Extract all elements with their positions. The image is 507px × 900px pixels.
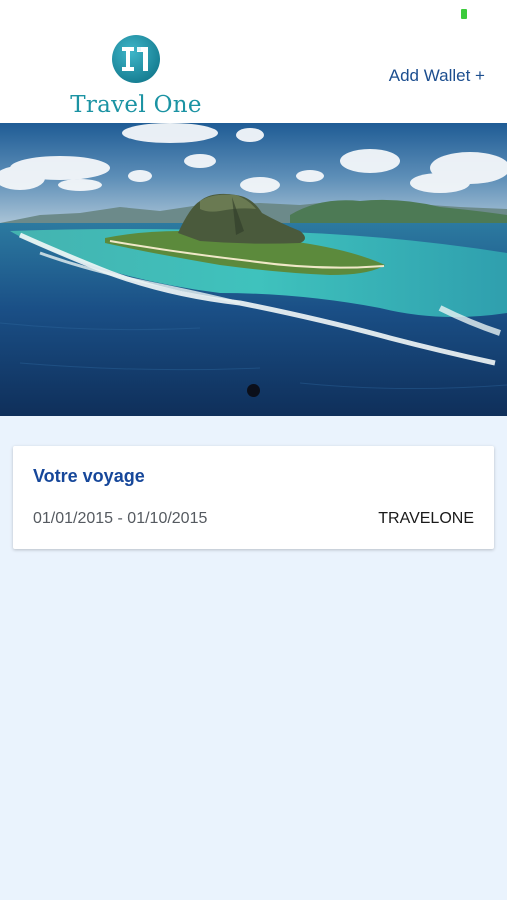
trip-dates: 01/01/2015 - 01/10/2015 xyxy=(33,510,208,527)
logo-wordmark: Travel One xyxy=(70,92,202,118)
trip-provider: TRAVELONE xyxy=(378,510,474,527)
trip-title: Votre voyage xyxy=(33,466,145,486)
hero-carousel[interactable] xyxy=(0,123,507,416)
travel-one-logo: Travel One xyxy=(56,34,216,118)
trip-card[interactable]: Votre voyage 01/01/2015 - 01/10/2015 TRA… xyxy=(13,446,494,549)
hero-image xyxy=(0,123,507,416)
app-header: Travel One Add Wallet + xyxy=(0,26,507,123)
logo-mark-icon xyxy=(112,35,160,83)
battery-icon xyxy=(461,9,467,19)
carousel-page-indicator[interactable] xyxy=(247,384,260,397)
status-bar xyxy=(0,0,507,26)
add-wallet-button[interactable]: Add Wallet + xyxy=(389,66,485,86)
